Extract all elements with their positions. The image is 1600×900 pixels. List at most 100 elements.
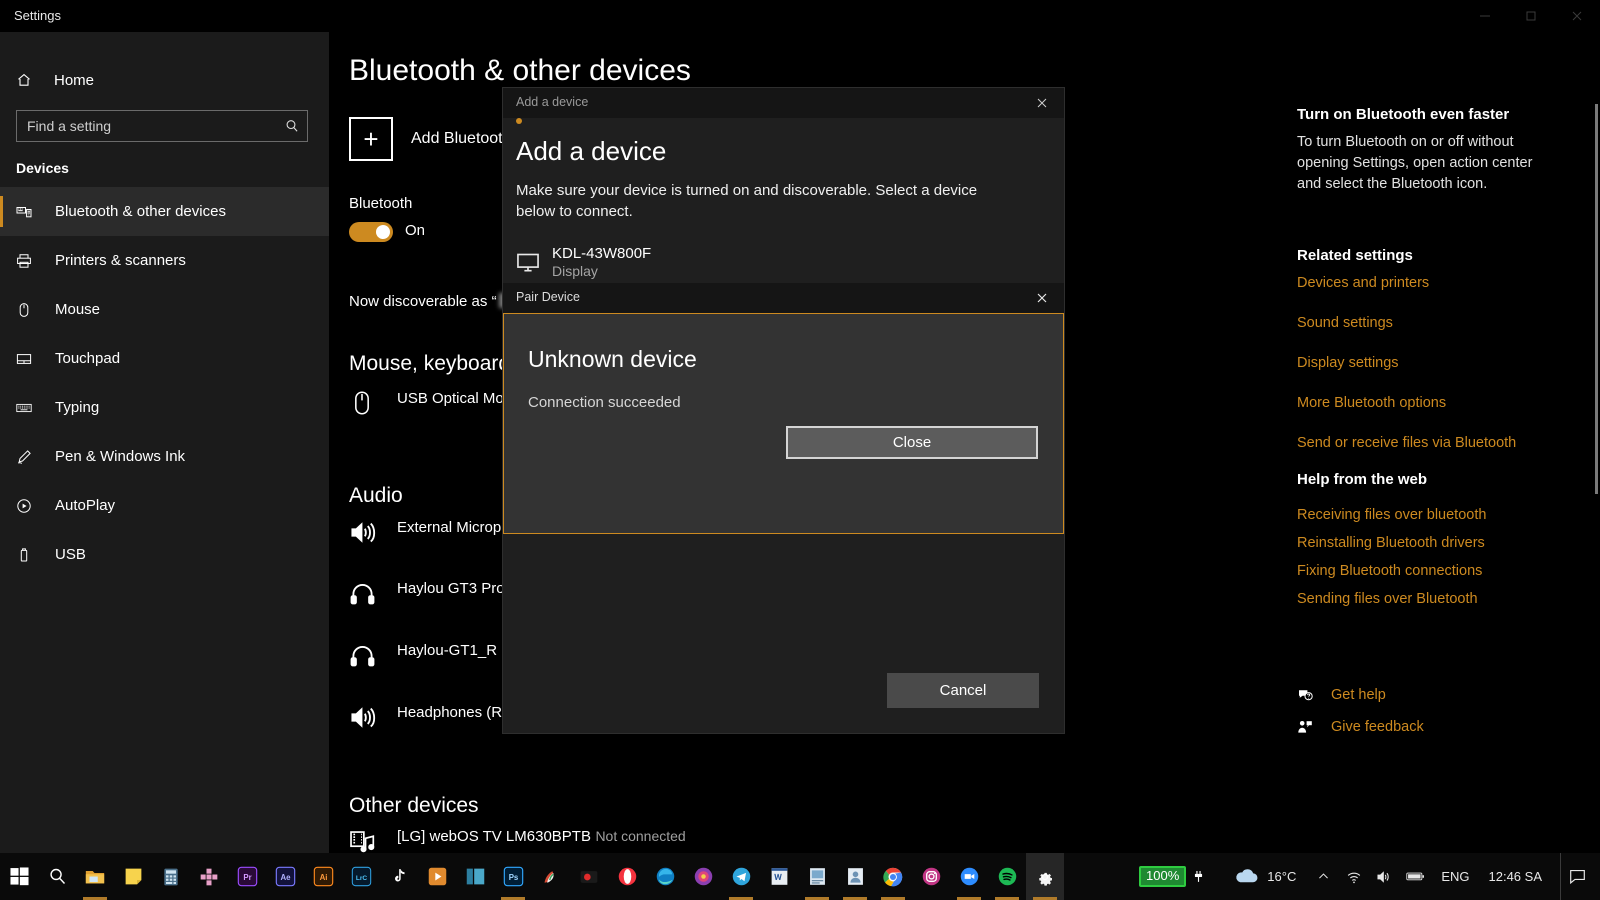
svg-text:Ai: Ai [319, 873, 327, 882]
headphones-icon [349, 642, 393, 669]
bluetooth-toggle[interactable] [349, 222, 393, 242]
close-icon[interactable] [1020, 88, 1064, 118]
mouse-icon [16, 302, 46, 318]
window-titlebar: Settings [0, 0, 1600, 32]
related-link-sound-settings[interactable]: Sound settings [1297, 315, 1393, 331]
discoverable-text: Now discoverable as “ [349, 293, 525, 310]
search-button[interactable] [38, 853, 76, 900]
related-link-more-bluetooth-options[interactable]: More Bluetooth options [1297, 395, 1446, 411]
sidebar-item-label: Printers & scanners [55, 252, 186, 269]
get-help-button[interactable]: Get help [1297, 687, 1386, 703]
cloud-icon[interactable] [1215, 853, 1265, 900]
related-link-devices-and-printers[interactable]: Devices and printers [1297, 275, 1429, 291]
calculator[interactable] [152, 853, 190, 900]
minimize-button[interactable] [1462, 0, 1508, 32]
sidebar-item-touchpad[interactable]: Touchpad [0, 334, 329, 383]
action-center-icon[interactable] [1569, 853, 1594, 900]
touchpad-icon [16, 351, 46, 367]
volume-icon[interactable] [1369, 853, 1399, 900]
premiere-pro[interactable]: Pr [228, 853, 266, 900]
edge-icon [655, 866, 676, 887]
telegram[interactable] [722, 853, 760, 900]
settings-app[interactable] [1026, 853, 1064, 900]
sidebar-item-printers-scanners[interactable]: Printers & scanners [0, 236, 329, 285]
window-controls [1462, 0, 1600, 32]
help-link-reinstalling-drivers[interactable]: Reinstalling Bluetooth drivers [1297, 535, 1485, 551]
help-link-receiving-files[interactable]: Receiving files over bluetooth [1297, 507, 1486, 523]
sidebar-item-autoplay[interactable]: AutoPlay [0, 481, 329, 530]
close-icon[interactable] [1020, 283, 1064, 313]
close-pair-dialog-button[interactable]: Close [786, 426, 1038, 459]
device-status: Not connected [595, 828, 685, 844]
sidebar-item-pen-windows-ink[interactable]: Pen & Windows Ink [0, 432, 329, 481]
device-row-usb-optical-mouse[interactable]: USB Optical Mouse [349, 390, 528, 416]
group-title-other-devices: Other devices [349, 794, 479, 818]
search-input[interactable] [17, 118, 277, 134]
help-link-fixing-connections[interactable]: Fixing Bluetooth connections [1297, 563, 1482, 579]
give-feedback-button[interactable]: Give feedback [1297, 719, 1424, 735]
microsoft-edge[interactable] [646, 853, 684, 900]
device-row-lg-webos-tv[interactable]: [LG] webOS TV LM630BPTB Not connected [349, 828, 686, 853]
start-button[interactable] [0, 853, 38, 900]
sidebar-section-title: Devices [16, 160, 69, 176]
clock[interactable]: 12:46 SA [1479, 853, 1553, 900]
notes-icon [807, 866, 828, 887]
wifi-icon[interactable] [1339, 853, 1369, 900]
battery-percent-label: 100% [1139, 866, 1186, 887]
bluetooth-devices-icon [16, 204, 46, 220]
illustrator[interactable]: Ai [304, 853, 342, 900]
maximize-button[interactable] [1508, 0, 1554, 32]
battery-percent-badge[interactable]: 100% [1129, 853, 1190, 900]
related-link-send-receive-files[interactable]: Send or receive files via Bluetooth [1297, 435, 1516, 451]
lightroom-classic[interactable]: LrC [342, 853, 380, 900]
battery-icon[interactable] [1399, 853, 1432, 900]
tiktok[interactable] [380, 853, 418, 900]
settings-window: Settings Home [0, 0, 1600, 853]
media-player[interactable] [418, 853, 456, 900]
sidebar-item-label: Touchpad [55, 350, 120, 367]
contacts-app[interactable] [836, 853, 874, 900]
paint-app[interactable] [532, 853, 570, 900]
sidebar-item-label: Typing [55, 399, 99, 416]
zoom-app[interactable] [950, 853, 988, 900]
language-indicator[interactable]: ENG [1432, 853, 1478, 900]
help-link-sending-files[interactable]: Sending files over Bluetooth [1297, 591, 1478, 607]
tip-body: To turn Bluetooth on or off without open… [1297, 132, 1545, 195]
sidebar: Home Devices [0, 32, 329, 853]
pair-device-dialog: Pair Device Unknown device Connection su… [503, 283, 1064, 534]
cancel-button[interactable]: Cancel [887, 673, 1039, 708]
chevron-up-icon[interactable] [1308, 853, 1339, 900]
panels-app[interactable] [456, 853, 494, 900]
sidebar-item-bluetooth-other-devices[interactable]: Bluetooth & other devices [0, 187, 329, 236]
recorder-app[interactable] [570, 853, 608, 900]
close-button[interactable] [1554, 0, 1600, 32]
sidebar-item-home[interactable]: Home [0, 60, 329, 100]
file-explorer[interactable] [76, 853, 114, 900]
related-link-display-settings[interactable]: Display settings [1297, 355, 1399, 371]
right-pane-scrollbar[interactable] [1595, 104, 1598, 494]
after-effects[interactable]: Ae [266, 853, 304, 900]
give-feedback-label: Give feedback [1331, 719, 1424, 735]
opera-browser[interactable] [608, 853, 646, 900]
headphones-icon [349, 580, 393, 607]
word-app[interactable] [760, 853, 798, 900]
give-feedback-icon [1297, 719, 1327, 735]
photoshop[interactable]: Ps [494, 853, 532, 900]
discovered-device-kdl-43w800f[interactable]: KDL-43W800F Display [516, 240, 1050, 284]
notes-app[interactable] [798, 853, 836, 900]
search-box[interactable] [16, 110, 308, 142]
opera-icon [617, 866, 638, 887]
weather-temperature[interactable]: 16°C [1265, 853, 1308, 900]
google-chrome[interactable] [874, 853, 912, 900]
app-grid[interactable] [190, 853, 228, 900]
sidebar-item-usb[interactable]: USB [0, 530, 329, 579]
instagram-app[interactable] [912, 853, 950, 900]
sticky-notes[interactable] [114, 853, 152, 900]
search-icon [277, 118, 307, 134]
spotify[interactable] [988, 853, 1026, 900]
sidebar-item-typing[interactable]: Typing [0, 383, 329, 432]
photos-app[interactable] [684, 853, 722, 900]
sidebar-item-mouse[interactable]: Mouse [0, 285, 329, 334]
pr-icon: Pr [237, 866, 258, 887]
toggle-knob [376, 225, 390, 239]
